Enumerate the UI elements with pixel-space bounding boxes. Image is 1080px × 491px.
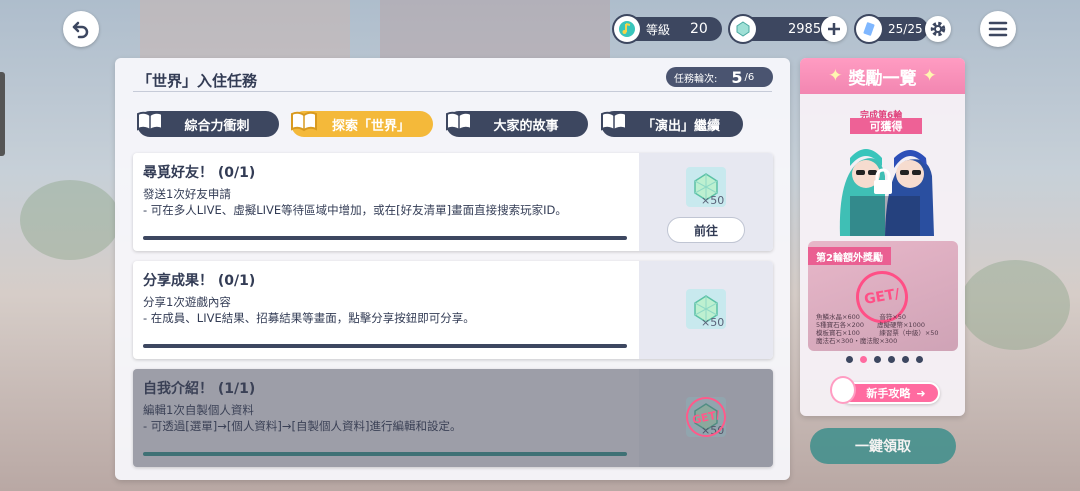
carousel-dot[interactable] [846, 356, 853, 363]
go-button[interactable]: 前往 [667, 217, 745, 243]
task-progress-bar [143, 452, 627, 456]
bonus-item: 魔法石×300・魔法骰×300 [816, 337, 898, 345]
round-total: /6 [744, 71, 755, 83]
gem-count: 2985 [788, 21, 822, 37]
carousel-dot-active[interactable] [860, 356, 867, 363]
task-progress-bar [143, 344, 627, 348]
tab-label: 大家的故事 [493, 118, 559, 134]
task-title: 尋覓好友！ (0/1) [143, 165, 256, 181]
back-arrow-icon [72, 21, 89, 39]
reward-panel-header: ✦ 獎勵一覽 ✦ [800, 58, 965, 94]
bonus-item: 5種寶石各×200 虛擬硬幣×1000 [816, 321, 925, 329]
lock-icon [874, 168, 892, 194]
carousel-dot[interactable] [916, 356, 923, 363]
music-note-icon [614, 16, 640, 42]
task-reward-area: ×50 前往 [639, 153, 773, 251]
level-display: 等級 20 [614, 16, 722, 42]
task-reward-area: ×50 [639, 261, 773, 359]
carousel-dot[interactable] [888, 356, 895, 363]
background-tree [20, 180, 120, 260]
bonus-reward-card[interactable]: 第2輪額外獎勵 GET/ 魚鱗水晶×600 音符×50 5種寶石各×200 虛擬… [808, 241, 958, 351]
level-label: 等級 [646, 22, 671, 37]
reward-list-panel: ✦ 獎勵一覽 ✦ 完成第6輪 可獲得 第2輪額外獎勵 GET/ 魚鱗水晶×600… [800, 58, 965, 416]
stamina-icon [856, 16, 882, 42]
tab-label: 探索「世界」 [331, 118, 410, 134]
task-card-find-friend: 尋覓好友！ (0/1) 發送1次好友申請 - 可在多人LIVE、虛擬LIVE等待… [133, 153, 773, 251]
task-reward-area: ×50 GET/ [639, 369, 773, 467]
background-building [140, 0, 350, 60]
mascot-icon [830, 376, 856, 404]
bonus-item-list: 魚鱗水晶×600 音符×50 5種寶石各×200 虛擬硬幣×1000 模板寶石×… [816, 313, 939, 345]
stamina-display: 25/25 [856, 16, 928, 42]
ribbon-label: 可獲得 [850, 118, 922, 134]
back-button[interactable] [63, 11, 99, 47]
add-gems-button[interactable] [821, 16, 847, 42]
hamburger-icon [988, 21, 1008, 37]
bonus-label: 第2輪額外獎勵 [808, 247, 891, 265]
tab-label: 綜合力衝刺 [184, 118, 250, 134]
settings-button[interactable] [925, 16, 951, 42]
tab-performance-continue[interactable]: 「演出」繼續 [601, 111, 743, 137]
book-icon [135, 108, 165, 134]
divider [133, 91, 772, 92]
tab-everyone-story[interactable]: 大家的故事 [446, 111, 588, 137]
plus-icon [828, 23, 840, 35]
task-description: 分享1次遊戲內容 [143, 295, 231, 309]
task-description: 編輯1次自製個人資料 [143, 403, 254, 417]
guide-label: 新手攻略 [866, 387, 911, 400]
task-title: 自我介紹！ (1/1) [143, 381, 256, 397]
book-icon [599, 108, 629, 134]
gear-icon [930, 21, 946, 37]
obtained-stamp: GET/ [682, 393, 730, 441]
reward-panel-title: 獎勵一覽 [848, 68, 917, 89]
carousel-dot[interactable] [902, 356, 909, 363]
round-current: 5 [731, 67, 743, 87]
carousel-dots[interactable] [846, 356, 923, 363]
tab-label: 「演出」繼續 [641, 118, 720, 134]
level-value: 20 [690, 21, 708, 37]
task-description: 發送1次好友申請 [143, 187, 231, 201]
mission-round-badge: 任務輪次: 5 /6 [666, 67, 773, 87]
page-title: 「世界」入住任務 [137, 72, 258, 90]
bonus-item: 魚鱗水晶×600 音符×50 [816, 313, 907, 321]
carousel-dot[interactable] [874, 356, 881, 363]
sparkle-icon: ✦ [828, 66, 843, 86]
stamina-count: 25/25 [888, 22, 923, 36]
task-hint: - 可在多人LIVE、虛擬LIVE等待區域中增加，或在[好友清單]畫面直接搜索玩… [143, 203, 567, 217]
task-card-share: 分享成果！ (0/1) 分享1次遊戲內容 - 在成員、LIVE結果、招募結果等畫… [133, 261, 773, 359]
task-hint: - 在成員、LIVE結果、招募結果等畫面，點擊分享按鈕即可分享。 [143, 311, 475, 325]
task-progress-bar [143, 236, 627, 240]
side-handle[interactable] [0, 72, 5, 156]
task-title: 分享成果！ (0/1) [143, 273, 256, 289]
gem-icon [730, 16, 756, 42]
tab-power-sprint[interactable]: 綜合力衝刺 [137, 111, 279, 137]
bonus-item: 模板寶石×100 練習票（中級）×50 [816, 329, 939, 337]
round-label: 任務輪次: [674, 73, 718, 85]
tab-explore-world[interactable]: 探索「世界」 [291, 111, 433, 137]
arrow-right-icon: ➜ [916, 386, 926, 400]
background-building [380, 0, 610, 58]
menu-button[interactable] [980, 11, 1016, 47]
sparkle-icon: ✦ [922, 66, 937, 86]
background-tree [960, 260, 1070, 350]
reward-count: ×50 [701, 194, 725, 207]
book-icon [289, 108, 319, 134]
mission-panel: 「世界」入住任務 任務輪次: 5 /6 綜合力衝刺 探索「世界」 大家的故事 「… [115, 58, 790, 480]
book-icon [444, 108, 474, 134]
reward-count: ×50 [701, 316, 725, 329]
task-hint: - 可透過[選單]→[個人資料]→[自製個人資料]進行編輯和設定。 [143, 419, 462, 433]
task-card-self-intro: 自我介紹！ (1/1) 編輯1次自製個人資料 - 可透過[選單]→[個人資料]→… [133, 369, 773, 467]
claim-all-button[interactable]: 一鍵領取 [810, 428, 956, 464]
